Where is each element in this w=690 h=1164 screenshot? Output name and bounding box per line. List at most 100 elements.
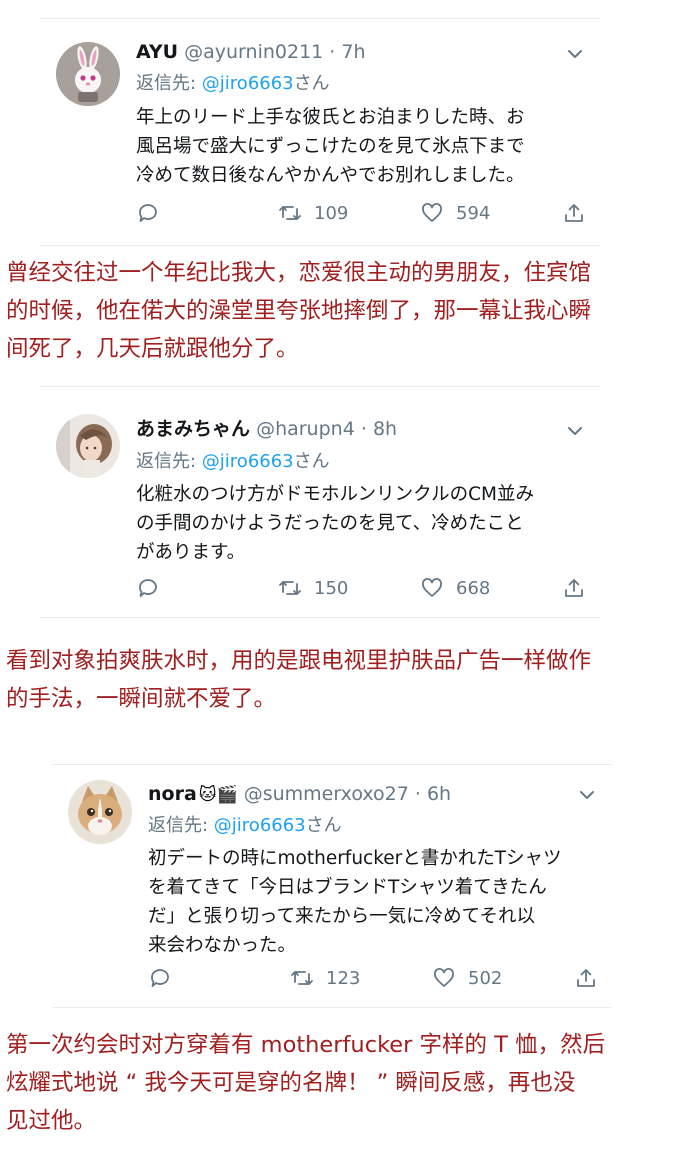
- tweet-text: 年上のリード上手な彼氏とお泊まりした時、お 風呂場で盛大にずっこけたのを見て氷点…: [136, 103, 525, 190]
- reply-icon: [139, 579, 157, 597]
- tweet-header: AYU @ayurnin0211 · 7h: [136, 40, 366, 64]
- caption-line: 间死了，几天后就跟他分了。: [6, 336, 299, 362]
- heart-icon: [422, 578, 442, 597]
- tweet-text-line: を着てきて「今日はブランドTシャツ着てきたん: [148, 877, 547, 898]
- tweet-text-line: 年上のリード上手な彼氏とお泊まりした時、お: [136, 107, 525, 128]
- tweet-card[interactable]: AYU @ayurnin0211 · 7h 返信先: @jiro6663さん 年…: [40, 18, 600, 246]
- caption-line: 第一次约会时对方穿着有 motherfucker 字样的 T 恤，然后: [6, 1032, 606, 1058]
- reply-suffix: さん: [305, 815, 342, 836]
- caption-line: 的时候，他在偌大的澡堂里夸张地摔倒了，那一幕让我心瞬: [6, 298, 592, 324]
- divider: [40, 245, 600, 246]
- tweet-header: あまみちゃん @harupn4 · 8h: [136, 417, 397, 441]
- timestamp[interactable]: 6h: [427, 783, 451, 805]
- separator-dot: ·: [360, 418, 367, 440]
- reply-button[interactable]: [136, 198, 160, 228]
- tweet-actions: 123 502: [148, 963, 608, 993]
- separator-dot: ·: [329, 41, 336, 63]
- like-button[interactable]: 668: [420, 573, 490, 603]
- share-button[interactable]: [562, 198, 586, 228]
- like-count: 668: [456, 577, 491, 599]
- share-icon: [565, 204, 583, 222]
- retweet-count: 150: [314, 577, 349, 599]
- retweet-button[interactable]: 123: [290, 963, 360, 993]
- reply-icon: [151, 969, 169, 987]
- share-icon: [565, 579, 583, 597]
- retweet-icon: [291, 971, 313, 985]
- reply-to-line: 返信先: @jiro6663さん: [136, 450, 330, 474]
- caption-line: 曾经交往过一个年纪比我大，恋爱很主动的男朋友，住宾馆: [6, 260, 592, 286]
- reply-mention-link[interactable]: @jiro6663: [202, 451, 294, 472]
- tweet-text-line: があります。: [136, 542, 246, 563]
- tweet-text-line: の手間のかけようだったのを見て、冷めたこと: [136, 513, 524, 534]
- share-button[interactable]: [574, 963, 598, 993]
- reply-mention-link[interactable]: @jiro6663: [214, 815, 306, 836]
- translation-caption: 看到对象拍爽肤水时，用的是跟电视里护肤品广告一样做作 的手法，一瞬间就不爱了。: [6, 642, 686, 718]
- display-name[interactable]: AYU: [136, 41, 178, 63]
- tweet-text-line: 化粧水のつけ方がドモホルンリンクルのCM並み: [136, 484, 534, 505]
- user-handle[interactable]: @summerxoxo27: [244, 783, 409, 805]
- cat-avatar-icon[interactable]: [68, 780, 132, 844]
- reply-to-line: 返信先: @jiro6663さん: [148, 814, 342, 838]
- tweet-text-line: 来会わなかった。: [148, 935, 297, 956]
- tweet-card[interactable]: あまみちゃん @harupn4 · 8h 返信先: @jiro6663さん 化粧…: [40, 386, 600, 618]
- tweet-actions: 109 594: [136, 198, 596, 228]
- tweet-text-line: だ」と張り切って来たから一気に冷めてそれ以: [148, 906, 536, 927]
- timestamp[interactable]: 8h: [373, 418, 397, 440]
- tweet-actions: 150 668: [136, 573, 596, 603]
- reply-prefix: 返信先:: [148, 815, 214, 836]
- divider: [40, 617, 600, 618]
- tweet-text: 初デートの時にmotherfuckerと書かれたTシャツ を着てきて「今日はブラ…: [148, 844, 562, 960]
- reply-suffix: さん: [293, 73, 330, 94]
- display-name[interactable]: あまみちゃん: [136, 418, 250, 440]
- tweet-text-line: 初デートの時にmotherfuckerと書かれたTシャツ: [148, 848, 562, 869]
- user-handle[interactable]: @harupn4: [256, 418, 355, 440]
- divider: [52, 764, 612, 765]
- timestamp[interactable]: 7h: [341, 41, 365, 63]
- reply-prefix: 返信先:: [136, 451, 202, 472]
- reply-icon: [139, 204, 157, 222]
- divider: [40, 18, 600, 19]
- separator-dot: ·: [414, 783, 421, 805]
- chevron-down-icon[interactable]: [564, 420, 586, 442]
- like-button[interactable]: 502: [432, 963, 502, 993]
- retweet-count: 109: [314, 202, 349, 224]
- like-count: 594: [456, 202, 491, 224]
- heart-icon: [422, 203, 442, 222]
- reply-button[interactable]: [148, 963, 172, 993]
- user-handle[interactable]: @ayurnin0211: [184, 41, 323, 63]
- caption-line: 见过他。: [6, 1108, 97, 1134]
- heart-icon: [434, 968, 454, 987]
- tweet-card[interactable]: nora 🐱🎬 @summerxoxo27 · 6h 返信先: @jiro6663…: [52, 764, 612, 1008]
- like-count: 502: [468, 967, 503, 989]
- caption-line: 炫耀式地说 “ 我今天可是穿的名牌！ ” 瞬间反感，再也没: [6, 1070, 576, 1096]
- chevron-down-icon[interactable]: [576, 784, 598, 806]
- translation-caption: 第一次约会时对方穿着有 motherfucker 字样的 T 恤，然后 炫耀式地…: [6, 1026, 686, 1140]
- girl-avatar-icon[interactable]: [56, 414, 120, 478]
- display-name[interactable]: nora: [148, 783, 197, 805]
- retweet-button[interactable]: 150: [278, 573, 348, 603]
- retweet-count: 123: [326, 967, 361, 989]
- name-emoji-cat-clapper-icon: 🐱🎬: [198, 784, 238, 805]
- divider: [52, 1007, 612, 1008]
- divider: [40, 386, 600, 387]
- tweet-text: 化粧水のつけ方がドモホルンリンクルのCM並み の手間のかけようだったのを見て、冷…: [136, 480, 534, 567]
- bunny-avatar-icon[interactable]: [56, 42, 120, 106]
- reply-suffix: さん: [293, 451, 330, 472]
- translation-caption: 曾经交往过一个年纪比我大，恋爱很主动的男朋友，住宾馆 的时候，他在偌大的澡堂里夸…: [6, 254, 686, 368]
- retweet-button[interactable]: 109: [278, 198, 348, 228]
- caption-line: 看到对象拍爽肤水时，用的是跟电视里护肤品广告一样做作: [6, 648, 592, 674]
- share-button[interactable]: [562, 573, 586, 603]
- caption-line: 的手法，一瞬间就不爱了。: [6, 686, 277, 712]
- tweet-text-line: 風呂場で盛大にずっこけたのを見て氷点下まで: [136, 136, 525, 157]
- chevron-down-icon[interactable]: [564, 43, 586, 65]
- reply-mention-link[interactable]: @jiro6663: [202, 73, 294, 94]
- tweet-text-line: 冷めて数日後なんやかんやでお別れしました。: [136, 165, 525, 186]
- share-icon: [577, 969, 595, 987]
- reply-button[interactable]: [136, 573, 160, 603]
- retweet-icon: [279, 581, 301, 595]
- reply-to-line: 返信先: @jiro6663さん: [136, 72, 330, 96]
- tweet-header: nora 🐱🎬 @summerxoxo27 · 6h: [148, 782, 451, 807]
- retweet-icon: [279, 206, 301, 220]
- reply-prefix: 返信先:: [136, 73, 202, 94]
- like-button[interactable]: 594: [420, 198, 490, 228]
